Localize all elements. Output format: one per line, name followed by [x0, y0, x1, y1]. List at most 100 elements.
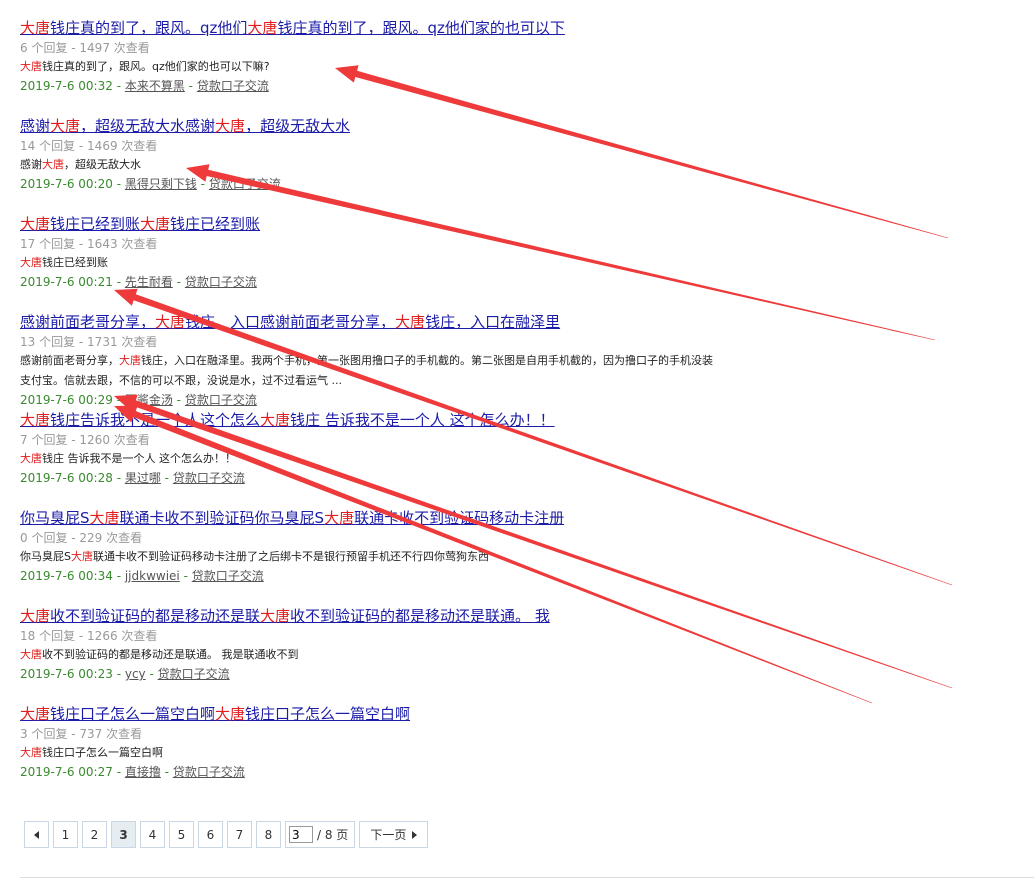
text-segment: 钱庄真的到了，跟风。qz他们家的也可以下嘛?: [42, 60, 270, 73]
result-item-1: 大唐钱庄真的到了，跟风。qz他们大唐钱庄真的到了，跟风。qz他们家的也可以下 6 …: [20, 18, 820, 116]
text-segment: 感谢前面老哥分享，: [20, 354, 119, 367]
result-4-author-link[interactable]: 国酱金汤: [125, 393, 173, 407]
keyword-highlight: 大唐: [20, 746, 42, 759]
result-8-stats: 3 个回复 - 737 次查看: [20, 727, 143, 741]
keyword-highlight: 大唐: [395, 313, 426, 331]
text-segment: 你马臭屁S: [20, 550, 71, 563]
next-page-button[interactable]: 下一页: [359, 821, 429, 848]
page-total-label: / 8 页: [317, 828, 349, 842]
result-3-forum-link[interactable]: 贷款口子交流: [185, 275, 257, 289]
result-7-snippet: 大唐收不到验证码的都是移动还是联通。 我是联通收不到: [20, 645, 820, 665]
result-4-snippet: 感谢前面老哥分享，大唐钱庄，入口在融泽里。我两个手机，第一张图用撸口子的手机截的…: [20, 351, 820, 391]
result-2-stats: 14 个回复 - 1469 次查看: [20, 139, 158, 153]
result-item-2: 感谢大唐，超级无敌大水感谢大唐，超级无敌大水 14 个回复 - 1469 次查看感…: [20, 116, 820, 214]
text-segment: 感谢: [20, 158, 42, 171]
result-6-forum-link[interactable]: 贷款口子交流: [192, 569, 264, 583]
result-1-forum-link[interactable]: 贷款口子交流: [197, 79, 269, 93]
result-1-meta: 2019-7-6 00:32 - 本来不算黑 - 贷款口子交流: [20, 77, 820, 95]
result-7-meta: 2019-7-6 00:23 - ycy - 贷款口子交流: [20, 665, 820, 683]
text-segment: 联通卡收不到验证码移动卡注册了之后绑卡不是银行预留手机还不行四你莺狗东西: [92, 550, 489, 563]
page-8-link[interactable]: 8: [256, 821, 281, 848]
page-4-link[interactable]: 4: [140, 821, 165, 848]
result-4-forum-link[interactable]: 贷款口子交流: [185, 393, 257, 407]
result-3-snippet: 大唐钱庄已经到账: [20, 253, 820, 273]
text-segment: 钱庄已经到账: [50, 215, 141, 233]
keyword-highlight: 大唐: [20, 411, 51, 429]
result-6-title-link[interactable]: 你马臭屁S大唐联通卡收不到验证码你马臭屁S大唐联通卡收不到验证码移动卡注册: [20, 508, 820, 528]
page-5-link[interactable]: 5: [169, 821, 194, 848]
keyword-highlight: 大唐: [119, 354, 141, 367]
meta-separator: -: [172, 275, 185, 289]
text-segment: 钱庄已经到账: [42, 256, 108, 269]
chevron-right-icon: [412, 830, 418, 839]
result-7-author-link[interactable]: ycy: [125, 667, 146, 681]
result-5-forum-link[interactable]: 贷款口子交流: [173, 471, 245, 485]
text-segment: 收不到验证码的都是移动还是联通。 我是联通收不到: [42, 648, 299, 661]
page-jump-input[interactable]: [289, 826, 313, 843]
meta-separator: -: [145, 667, 158, 681]
meta-separator: -: [179, 569, 192, 583]
text-segment: ，超级无敌大水感谢: [80, 117, 216, 135]
result-2-title-link[interactable]: 感谢大唐，超级无敌大水感谢大唐，超级无敌大水: [20, 116, 820, 136]
keyword-highlight: 大唐: [20, 705, 51, 723]
meta-separator: -: [112, 765, 125, 779]
result-3-title-link[interactable]: 大唐钱庄已经到账大唐钱庄已经到账: [20, 214, 820, 234]
result-7-stats: 18 个回复 - 1266 次查看: [20, 629, 158, 643]
keyword-highlight: 大唐: [20, 60, 42, 73]
text-segment: 联通卡收不到验证码你马臭屁S: [119, 509, 325, 527]
result-8-date: 2019-7-6 00:27: [20, 765, 113, 779]
keyword-highlight: 大唐: [215, 705, 246, 723]
result-4-meta: 2019-7-6 00:29 - 国酱金汤 - 贷款口子交流: [20, 391, 820, 409]
result-7-forum-link[interactable]: 贷款口子交流: [158, 667, 230, 681]
result-8-title-link[interactable]: 大唐钱庄口子怎么一篇空白啊大唐钱庄口子怎么一篇空白啊: [20, 704, 820, 724]
result-1-date: 2019-7-6 00:32: [20, 79, 113, 93]
text-segment: 联通卡收不到验证码移动卡注册: [354, 509, 565, 527]
page-2-link[interactable]: 2: [82, 821, 107, 848]
page-7-link[interactable]: 7: [227, 821, 252, 848]
page-6-link[interactable]: 6: [198, 821, 223, 848]
result-3-date: 2019-7-6 00:21: [20, 275, 113, 289]
text-segment: 你马臭屁S: [20, 509, 90, 527]
result-7-title-link[interactable]: 大唐收不到验证码的都是移动还是联大唐收不到验证码的都是移动还是联通。 我: [20, 606, 820, 626]
text-segment: 收不到验证码的都是移动还是联通。 我: [290, 607, 550, 625]
page-1-link[interactable]: 1: [53, 821, 78, 848]
text-segment: 钱庄，入口感谢前面老哥分享，: [185, 313, 396, 331]
result-6-author-link[interactable]: jjdkwwiei: [125, 569, 180, 583]
result-5-date: 2019-7-6 00:28: [20, 471, 113, 485]
result-5-stats: 7 个回复 - 1260 次查看: [20, 433, 150, 447]
keyword-highlight: 大唐: [260, 607, 291, 625]
text-segment: 钱庄真的到了，跟风。qz他们: [50, 19, 248, 37]
result-2-forum-link[interactable]: 贷款口子交流: [209, 177, 281, 191]
text-segment: 钱庄 告诉我不是一个人 这个怎么办！！: [42, 452, 236, 465]
result-item-8: 大唐钱庄口子怎么一篇空白啊大唐钱庄口子怎么一篇空白啊 3 个回复 - 737 次查…: [20, 704, 820, 802]
meta-separator: -: [112, 79, 125, 93]
result-1-snippet: 大唐钱庄真的到了，跟风。qz他们家的也可以下嘛?: [20, 57, 820, 77]
result-7-date: 2019-7-6 00:23: [20, 667, 113, 681]
result-2-author-link[interactable]: 黑得只剩下钱: [125, 177, 197, 191]
text-segment: 钱庄口子怎么一篇空白啊: [50, 705, 216, 723]
page-jump: / 8 页: [285, 821, 356, 848]
keyword-highlight: 大唐: [20, 452, 42, 465]
result-4-stats: 13 个回复 - 1731 次查看: [20, 335, 158, 349]
page-3-link[interactable]: 3: [111, 821, 136, 848]
result-5-title-link[interactable]: 大唐钱庄告诉我不是一个人这个怎么大唐钱庄 告诉我不是一个人 这个怎么办！！: [20, 410, 820, 430]
result-item-3: 大唐钱庄已经到账大唐钱庄已经到账 17 个回复 - 1643 次查看 大唐钱庄已经到…: [20, 214, 820, 312]
result-5-author-link[interactable]: 果过哪: [125, 471, 161, 485]
meta-separator: -: [112, 275, 125, 289]
result-4-title-link[interactable]: 感谢前面老哥分享，大唐钱庄，入口感谢前面老哥分享，大唐钱庄，入口在融泽里: [20, 312, 820, 332]
result-1-author-link[interactable]: 本来不算黑: [125, 79, 185, 93]
result-8-forum-link[interactable]: 贷款口子交流: [173, 765, 245, 779]
result-item-6: 你马臭屁S大唐联通卡收不到验证码你马臭屁S大唐联通卡收不到验证码移动卡注册 0 个…: [20, 508, 820, 606]
result-3-author-link[interactable]: 先生耐看: [125, 275, 173, 289]
meta-separator: -: [112, 393, 125, 407]
prev-page-button[interactable]: [24, 821, 49, 848]
keyword-highlight: 大唐: [50, 117, 81, 135]
result-6-date: 2019-7-6 00:34: [20, 569, 113, 583]
result-1-title-link[interactable]: 大唐钱庄真的到了，跟风。qz他们大唐钱庄真的到了，跟风。qz他们家的也可以下: [20, 18, 820, 38]
result-2-snippet: 感谢大唐，超级无敌大水: [20, 155, 820, 175]
result-8-meta: 2019-7-6 00:27 - 直接撸 - 贷款口子交流: [20, 763, 820, 781]
keyword-highlight: 大唐: [20, 607, 51, 625]
keyword-highlight: 大唐: [140, 215, 171, 233]
text-segment: 感谢前面老哥分享，: [20, 313, 156, 331]
result-8-author-link[interactable]: 直接撸: [125, 765, 161, 779]
